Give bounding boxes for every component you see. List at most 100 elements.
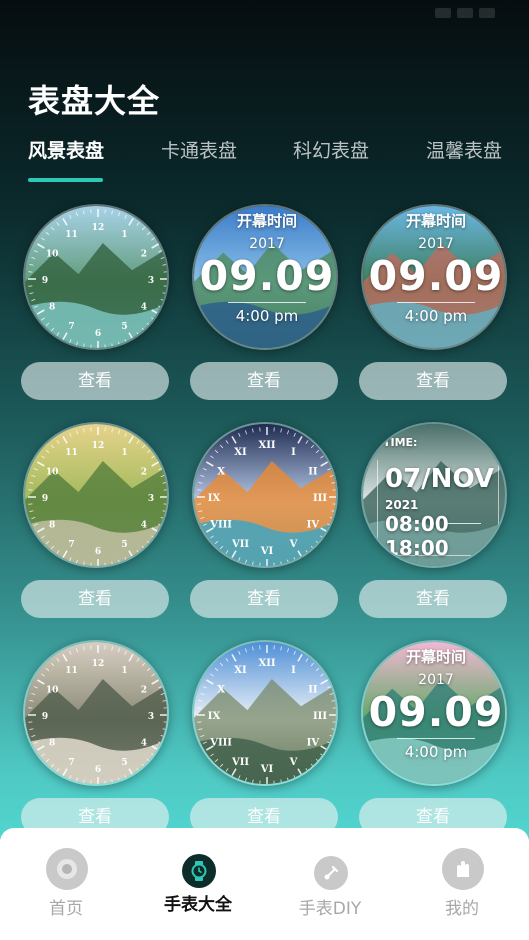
clock-label: TIME: [383,436,418,449]
svg-text:XII: XII [258,658,275,669]
profile-icon [442,848,484,890]
clock-date: 09.09 [368,252,504,300]
svg-text:VII: VII [231,539,249,550]
nav-diy-label: 手表DIY [298,899,362,919]
page-title: 表盘大全 [28,82,161,120]
svg-text:10: 10 [46,250,59,260]
watch-face-preview[interactable]: 12 1 2 3 4 5 6 7 8 9 10 11 [23,640,169,786]
digital-clock-overlay: 开幕时间 2017 09.09 4:00 pm [363,642,505,784]
svg-text:VIII: VIII [209,738,232,749]
svg-text:3: 3 [148,494,154,504]
clock-date: 07/NOV [385,464,494,494]
watch-face-grid: 12 1 2 3 4 5 6 7 8 9 10 11 查看 开幕时间 2017 09.09 4:00 p… [0,200,529,828]
clock-start-time: 08:00 [385,512,449,536]
svg-text:V: V [289,757,298,768]
bottom-nav: 首页 手表大全 手表DIY 我的 [0,828,529,940]
svg-text:VII: VII [231,757,249,768]
svg-text:1: 1 [121,448,127,458]
view-button[interactable]: 查看 [359,580,507,618]
svg-text:VI: VI [260,546,274,557]
svg-text:10: 10 [46,468,59,478]
svg-text:4: 4 [141,521,147,531]
svg-text:VI: VI [260,764,274,775]
svg-text:12: 12 [92,659,105,669]
svg-text:7: 7 [68,758,74,768]
svg-text:IV: IV [307,738,320,749]
svg-text:6: 6 [95,765,101,775]
view-button[interactable]: 查看 [21,798,169,828]
svg-text:X: X [217,467,225,478]
nav-home[interactable]: 首页 [0,828,132,940]
svg-text:11: 11 [65,230,78,240]
nav-profile-label: 我的 [445,899,479,919]
svg-text:11: 11 [65,666,78,676]
nav-profile[interactable]: 我的 [396,828,528,940]
clock-date: 09.09 [368,688,504,736]
clock-time: 4:00 pm [404,743,468,761]
tab-scenery[interactable]: 风景表盘 [28,136,104,163]
svg-text:IV: IV [307,520,320,531]
svg-text:XI: XI [234,447,247,458]
battery-icon [479,8,495,18]
svg-text:3: 3 [148,712,154,722]
svg-text:8: 8 [49,303,55,313]
svg-text:4: 4 [141,303,147,313]
watch-face-preview[interactable]: XII I II III IV V VI VII VIII IX X XI [192,640,338,786]
svg-text:9: 9 [42,712,48,722]
view-button[interactable]: 查看 [190,362,338,400]
tab-cartoon[interactable]: 卡通表盘 [161,136,237,163]
clock-year: 2021 [385,498,419,512]
status-bar [0,0,529,32]
clock-end-time: 18:00 [385,536,449,560]
schedule-clock-overlay: TIME: 07/NOV 2021 08:00 18:00 [363,424,505,566]
diy-icon [314,856,348,890]
svg-text:II: II [308,467,318,478]
tab-scifi[interactable]: 科幻表盘 [293,136,369,163]
tab-cozy[interactable]: 温馨表盘 [426,136,502,163]
view-button[interactable]: 查看 [359,362,507,400]
watch-face-preview[interactable]: 12 1 2 3 4 5 6 7 8 9 10 11 [23,204,169,350]
clock-year: 2017 [418,236,454,252]
svg-text:6: 6 [95,547,101,557]
nav-diy[interactable]: 手表DIY [264,828,396,940]
svg-text:VIII: VIII [209,520,232,531]
svg-text:1: 1 [121,230,127,240]
watch-face-preview[interactable]: 开幕时间 2017 09.09 4:00 pm [192,204,338,350]
svg-text:8: 8 [49,739,55,749]
clock-caption: 开幕时间 [236,212,297,230]
svg-text:X: X [217,685,225,696]
clock-year: 2017 [418,672,454,688]
view-button[interactable]: 查看 [21,362,169,400]
clock-time: 4:00 pm [235,307,299,325]
watch-face-preview[interactable]: XII I II III IV V VI VII VIII IX X XI [192,422,338,568]
view-button[interactable]: 查看 [190,580,338,618]
clock-time: 4:00 pm [404,307,468,325]
clock-divider [228,302,306,303]
svg-text:10: 10 [46,686,59,696]
watch-face-preview[interactable]: 开幕时间 2017 09.09 4:00 pm [361,204,507,350]
view-button[interactable]: 查看 [190,798,338,828]
svg-text:2: 2 [141,686,147,696]
svg-text:II: II [308,685,318,696]
signal-icon [435,8,451,18]
svg-text:1: 1 [121,666,127,676]
watch-face-preview[interactable]: 开幕时间 2017 09.09 4:00 pm [361,640,507,786]
nav-watch-gallery-label: 手表大全 [164,895,232,915]
svg-text:6: 6 [95,329,101,339]
clock-year: 2017 [249,236,285,252]
clock-date: 09.09 [199,252,335,300]
svg-text:IX: IX [208,493,221,504]
svg-text:7: 7 [68,322,74,332]
clock-caption: 开幕时间 [405,648,466,666]
nav-watch-gallery[interactable]: 手表大全 [132,828,264,940]
svg-text:V: V [289,539,298,550]
svg-text:5: 5 [121,758,127,768]
watch-face-preview[interactable]: TIME: 07/NOV 2021 08:00 18:00 [361,422,507,568]
view-button[interactable]: 查看 [359,798,507,828]
watch-face-preview[interactable]: 12 1 2 3 4 5 6 7 8 9 10 11 [23,422,169,568]
clock-divider [397,302,475,303]
view-button[interactable]: 查看 [21,580,169,618]
clock-caption: 开幕时间 [405,212,466,230]
svg-text:9: 9 [42,276,48,286]
wifi-icon [457,8,473,18]
